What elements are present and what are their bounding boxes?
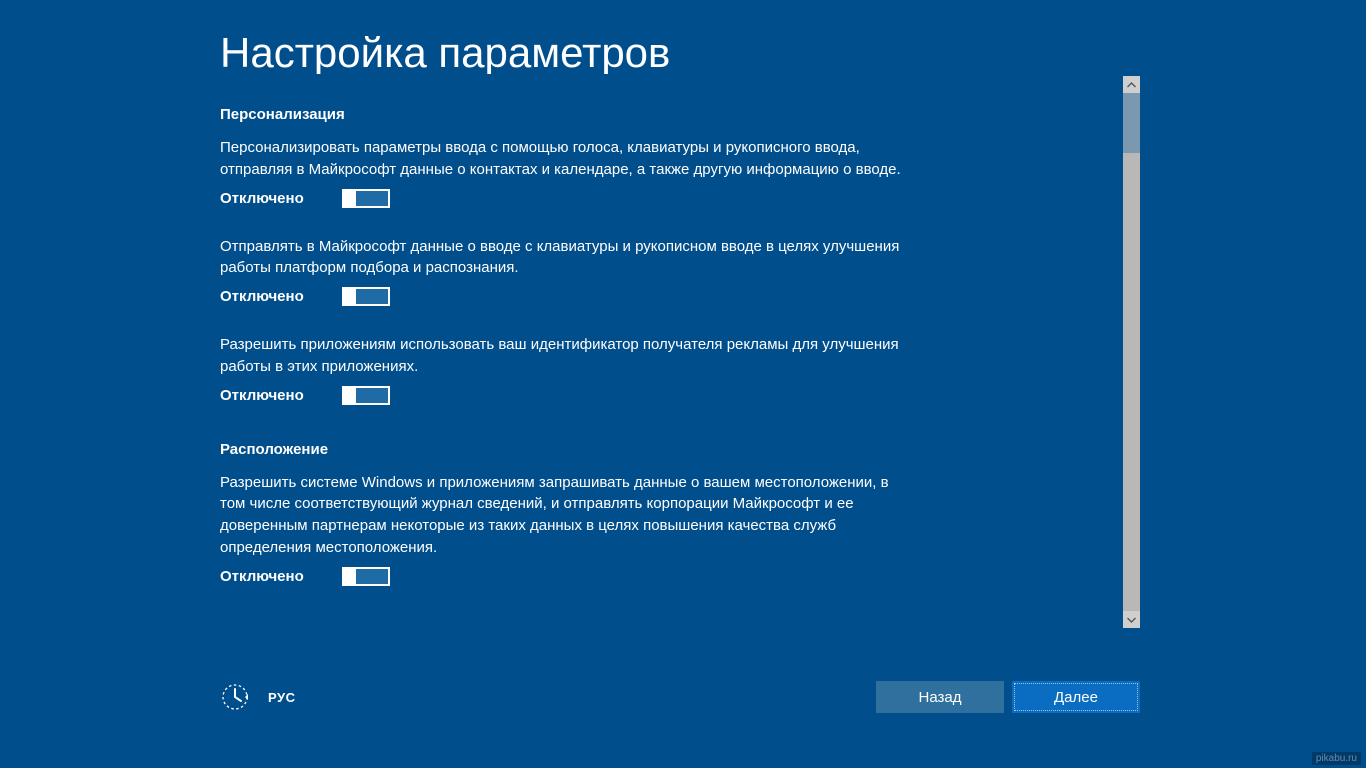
toggle-send-typing-data[interactable] (342, 287, 390, 306)
language-indicator[interactable]: РУС (268, 690, 295, 705)
setting-send-typing-data: Отправлять в Майкрософт данные о вводе с… (220, 236, 910, 307)
toggle-location-access[interactable] (342, 567, 390, 586)
section-personalization: Персонализация Персонализировать парамет… (220, 106, 1130, 405)
toggle-personalize-input[interactable] (342, 189, 390, 208)
footer-left: РУС (220, 682, 295, 712)
toggle-knob (344, 569, 356, 584)
toggle-row: Отключено (220, 386, 910, 405)
toggle-state-label: Отключено (220, 190, 320, 207)
page-title: Настройка параметров (220, 32, 1130, 74)
ease-of-access-icon[interactable] (220, 682, 250, 712)
toggle-row: Отключено (220, 287, 910, 306)
setting-personalize-input: Персонализировать параметры ввода с помо… (220, 137, 910, 208)
watermark: pikabu.ru (1312, 752, 1361, 765)
section-heading-location: Расположение (220, 441, 1130, 458)
setting-description: Персонализировать параметры ввода с помо… (220, 137, 910, 181)
toggle-state-label: Отключено (220, 568, 320, 585)
scrollbar-arrow-down-icon[interactable] (1123, 611, 1140, 628)
toggle-advertising-id[interactable] (342, 386, 390, 405)
toggle-state-label: Отключено (220, 387, 320, 404)
toggle-state-label: Отключено (220, 288, 320, 305)
section-heading-personalization: Персонализация (220, 106, 1130, 123)
setting-description: Разрешить системе Windows и приложениям … (220, 472, 910, 559)
back-button[interactable]: Назад (876, 681, 1004, 713)
scrollbar-track[interactable] (1123, 93, 1140, 611)
scrollbar[interactable] (1123, 76, 1140, 628)
toggle-row: Отключено (220, 567, 910, 586)
next-button[interactable]: Далее (1012, 681, 1140, 713)
scrollbar-arrow-up-icon[interactable] (1123, 76, 1140, 93)
footer-bar: РУС Назад Далее (220, 681, 1140, 713)
setting-advertising-id: Разрешить приложениям использовать ваш и… (220, 334, 910, 405)
main-content: Настройка параметров Персонализация Перс… (220, 46, 1130, 636)
toggle-knob (344, 388, 356, 403)
footer-right: Назад Далее (876, 681, 1140, 713)
setting-description: Разрешить приложениям использовать ваш и… (220, 334, 910, 378)
toggle-knob (344, 289, 356, 304)
setting-description: Отправлять в Майкрософт данные о вводе с… (220, 236, 910, 280)
toggle-knob (344, 191, 356, 206)
scrollbar-thumb[interactable] (1123, 93, 1140, 153)
toggle-row: Отключено (220, 189, 910, 208)
section-location: Расположение Разрешить системе Windows и… (220, 441, 1130, 586)
setting-location-access: Разрешить системе Windows и приложениям … (220, 472, 910, 586)
